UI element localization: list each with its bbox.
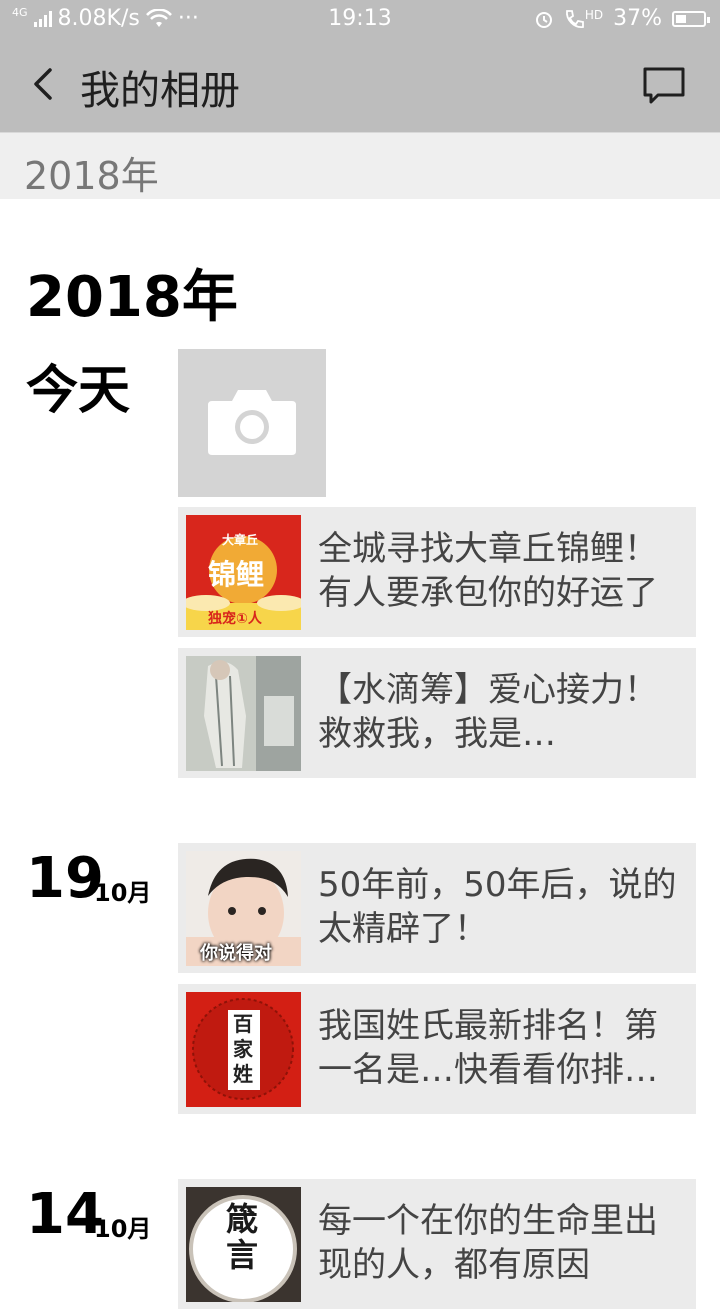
hd-label: HD [584,7,604,22]
battery-percent: 37% [613,6,662,31]
alarm-icon [535,11,552,28]
thumb-caption-top: 大章丘 [222,533,259,547]
album-post[interactable]: 【水滴筹】爱心接力！救救我，我是… [178,648,696,778]
phone-icon [565,9,584,28]
page-title: 我的相册 [80,68,240,114]
thumb-caption: 箴言 [226,1200,259,1274]
post-title: 50年前，50年后，说的太精辟了！ [318,865,677,949]
year-heading: 2018年 [26,265,238,330]
date-month: 10月 [94,879,152,907]
post-title: 【水滴筹】爱心接力！救救我，我是… [318,670,658,754]
year-section-header: 2018年 [0,132,720,199]
message-icon[interactable] [642,66,686,106]
thumb-caption: 你说得对 [200,943,272,964]
status-right: HD 37% [534,6,710,31]
nav-bar: 我的相册 [0,38,720,132]
album-post[interactable]: 百家姓 我国姓氏最新排名！第一名是…快看看你排第几 [178,984,696,1114]
album-post[interactable]: 你说得对 50年前，50年后，说的太精辟了！ [178,843,696,973]
post-thumbnail-koi: 大章丘 锦鲤 独宠①人 [186,515,301,630]
post-title: 我国姓氏最新排名！第一名是…快看看你排第几 [318,1006,658,1090]
status-bar: 4G 8.08K/s ··· 19:13 HD 37% [0,0,720,38]
thumb-caption-bottom: 独宠①人 [208,611,262,627]
add-photo-button[interactable] [178,349,326,497]
camera-icon [208,390,296,455]
post-thumbnail-surnames: 百家姓 [186,992,301,1107]
year-section-label: 2018年 [24,154,159,198]
album-post[interactable]: 箴言 每一个在你的生命里出现的人，都有原因 [178,1179,696,1309]
back-arrow-icon[interactable] [26,64,66,104]
date-month: 10月 [94,1215,152,1243]
post-thumbnail-boy: 你说得对 [186,851,301,966]
post-title: 全城寻找大章丘锦鲤！有人要承包你的好运了 [318,529,658,613]
date-day: 19 [26,846,104,911]
hd-call-indicator: HD [564,9,603,29]
date-today-label: 今天 [26,361,131,421]
thumb-caption-main: 锦鲤 [208,558,265,591]
thumb-caption: 百家姓 [233,1012,253,1086]
post-thumbnail-motto: 箴言 [186,1187,301,1302]
post-title: 每一个在你的生命里出现的人，都有原因 [318,1201,658,1285]
battery-icon [672,10,710,27]
date-day: 14 [26,1182,104,1247]
album-post[interactable]: 大章丘 锦鲤 独宠①人 全城寻找大章丘锦鲤！有人要承包你的好运了 [178,507,696,637]
post-thumbnail-patient [186,656,301,771]
